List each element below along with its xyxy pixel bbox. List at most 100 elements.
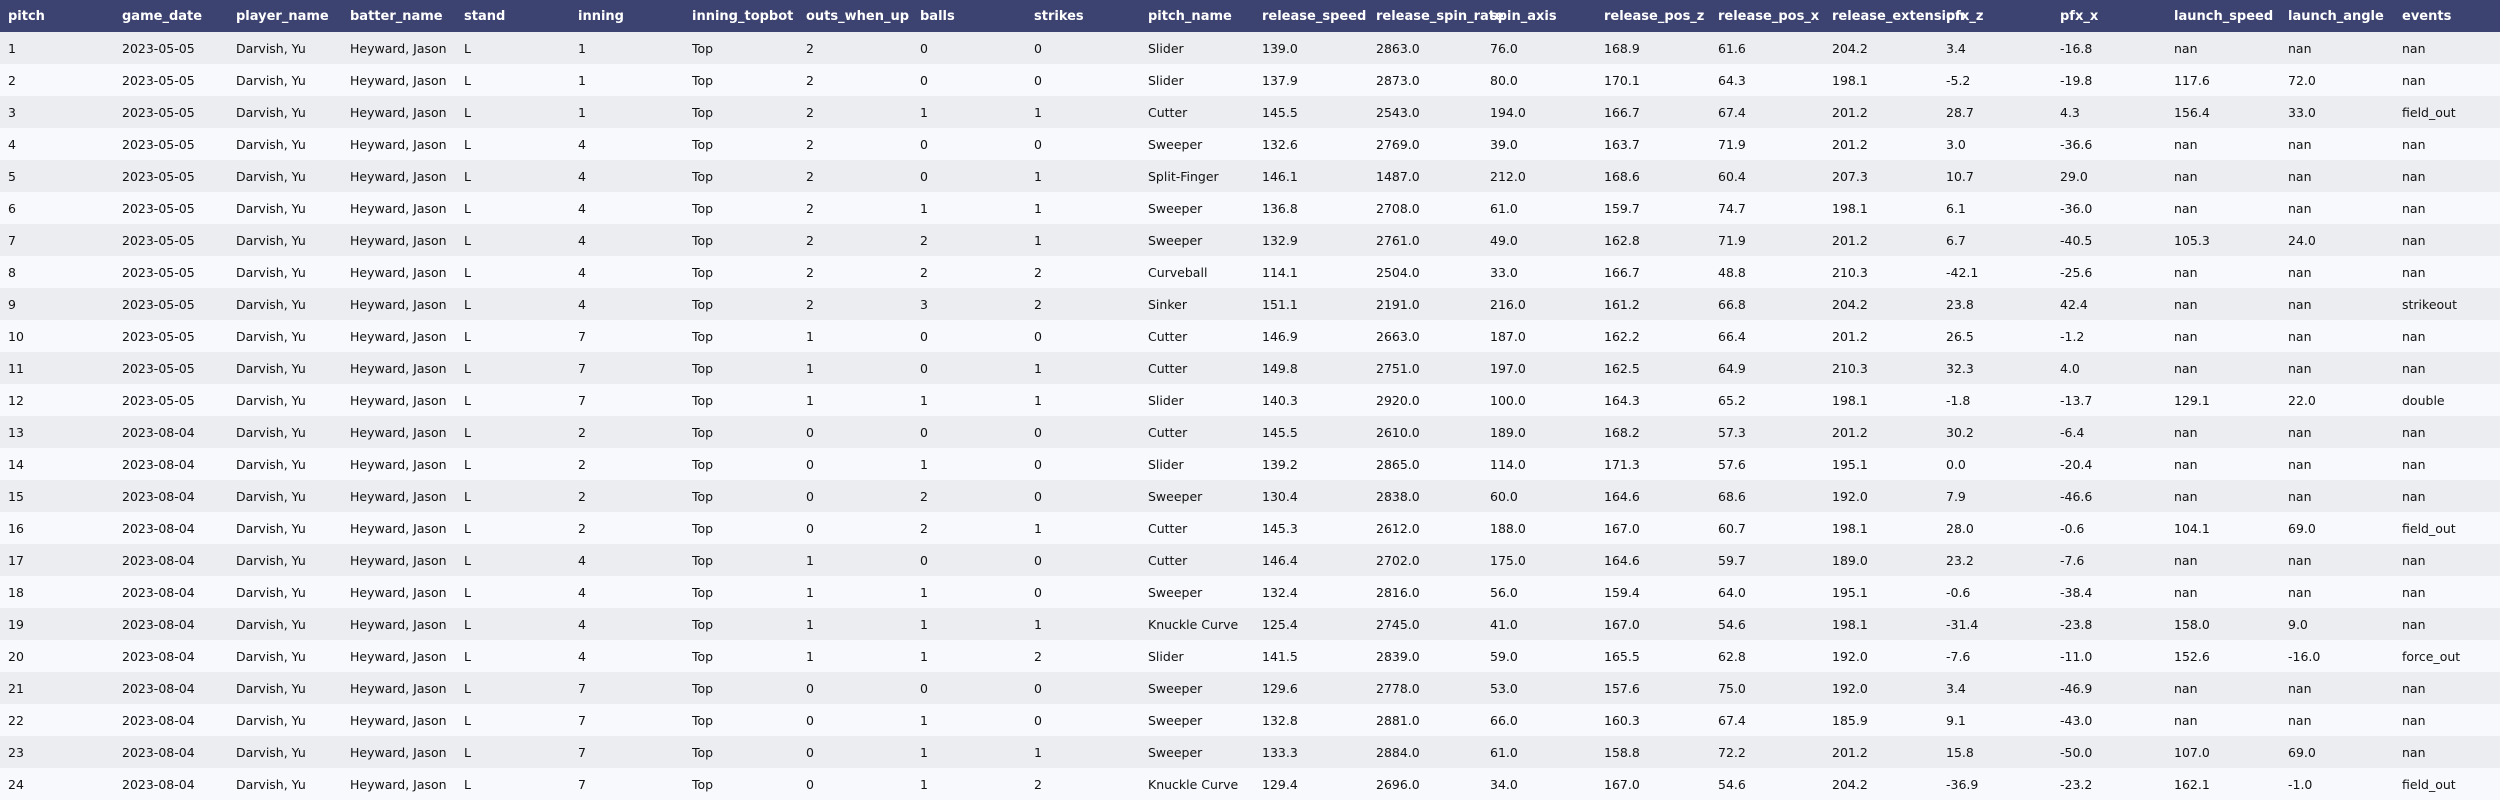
table-cell-pitch-name: Cutter [1148,328,1188,344]
table-row: 12 2023-05-05 Darvish, Yu Heyward, Jason L 7 T… [0,384,2500,416]
table-cell-stand: L [464,136,471,152]
table-cell-stand: L [464,104,471,120]
table-cell-release-spin-rate: 2745.0 [1376,616,1420,632]
table-cell-events: nan [2402,264,2426,280]
column-header-release-speed: release_speed [1262,8,1367,24]
table-cell-events: nan [2402,456,2426,472]
table-cell-launch-speed: nan [2174,200,2198,216]
table-cell-pitch-name: Cutter [1148,552,1188,568]
table-cell-stand: L [464,712,471,728]
table-cell-balls: 0 [920,360,928,376]
table-cell-release-pos-z: 163.7 [1604,136,1640,152]
table-row: 6 2023-05-05 Darvish, Yu Heyward, Jason L 4 To… [0,192,2500,224]
table-cell-inning: 7 [578,392,586,408]
table-cell-strikes: 2 [1034,296,1042,312]
table-cell-player-name: Darvish, Yu [236,424,306,440]
table-cell-stand: L [464,552,471,568]
table-cell-spin-axis: 61.0 [1490,200,1518,216]
table-cell-player-name: Darvish, Yu [236,136,306,152]
table-cell-events: nan [2402,200,2426,216]
table-cell-inning-topbot: Top [692,168,714,184]
table-cell-balls: 1 [920,584,928,600]
table-cell-pfx-x: -6.4 [2060,424,2085,440]
table-row: 21 2023-08-04 Darvish, Yu Heyward, Jason L 7 T… [0,672,2500,704]
table-cell-outs-when-up: 0 [806,520,814,536]
table-cell-pitch-name: Knuckle Curve [1148,616,1239,632]
table-cell-release-spin-rate: 2610.0 [1376,424,1420,440]
table-cell-balls: 2 [920,232,928,248]
table-cell-balls: 1 [920,712,928,728]
table-cell-release-pos-z: 160.3 [1604,712,1640,728]
table-cell-pitch: 1 [8,40,16,56]
table-cell-spin-axis: 41.0 [1490,616,1518,632]
table-cell-events: nan [2402,328,2426,344]
column-header-launch-angle: launch_angle [2288,8,2384,24]
table-cell-game-date: 2023-05-05 [122,168,195,184]
table-cell-pfx-z: 6.7 [1946,232,1966,248]
table-cell-batter-name: Heyward, Jason [350,264,447,280]
table-cell-launch-speed: 105.3 [2174,232,2210,248]
table-cell-player-name: Darvish, Yu [236,648,306,664]
table-cell-inning: 4 [578,264,586,280]
table-cell-outs-when-up: 2 [806,40,814,56]
table-row: 22 2023-08-04 Darvish, Yu Heyward, Jason L 7 T… [0,704,2500,736]
table-cell-pfx-x: -23.8 [2060,616,2093,632]
table-cell-game-date: 2023-08-04 [122,616,195,632]
table-cell-balls: 1 [920,104,928,120]
table-cell-launch-angle: 24.0 [2288,232,2316,248]
table-cell-release-spin-rate: 2816.0 [1376,584,1420,600]
table-cell-strikes: 1 [1034,392,1042,408]
table-cell-spin-axis: 187.0 [1490,328,1526,344]
column-header-pitch-name: pitch_name [1148,8,1232,24]
table-cell-events: nan [2402,424,2426,440]
column-header-strikes: strikes [1034,8,1084,24]
table-cell-pitch-name: Slider [1148,456,1184,472]
table-cell-game-date: 2023-08-04 [122,456,195,472]
table-cell-batter-name: Heyward, Jason [350,392,447,408]
table-cell-release-pos-x: 65.2 [1718,392,1746,408]
table-cell-spin-axis: 39.0 [1490,136,1518,152]
table-cell-inning: 7 [578,744,586,760]
table-cell-release-spin-rate: 2881.0 [1376,712,1420,728]
table-cell-balls: 0 [920,136,928,152]
table-cell-launch-speed: 156.4 [2174,104,2210,120]
table-cell-player-name: Darvish, Yu [236,360,306,376]
table-cell-pfx-z: 32.3 [1946,360,1974,376]
table-cell-events: nan [2402,168,2426,184]
table-cell-inning-topbot: Top [692,72,714,88]
table-cell-strikes: 0 [1034,72,1042,88]
table-cell-release-speed: 145.3 [1262,520,1298,536]
table-cell-batter-name: Heyward, Jason [350,168,447,184]
table-cell-release-pos-z: 162.8 [1604,232,1640,248]
table-cell-inning: 7 [578,712,586,728]
table-cell-balls: 1 [920,392,928,408]
table-cell-inning: 7 [578,680,586,696]
table-cell-launch-speed: nan [2174,264,2198,280]
table-row: 4 2023-05-05 Darvish, Yu Heyward, Jason L 4 To… [0,128,2500,160]
table-cell-pitch: 21 [8,680,24,696]
table-cell-stand: L [464,776,471,792]
table-cell-release-pos-x: 48.8 [1718,264,1746,280]
table-cell-pfx-x: 4.0 [2060,360,2080,376]
table-cell-release-speed: 114.1 [1262,264,1298,280]
table-cell-release-pos-z: 167.0 [1604,776,1640,792]
table-cell-pitch-name: Curveball [1148,264,1208,280]
table-cell-inning: 4 [578,200,586,216]
table-cell-release-pos-z: 159.7 [1604,200,1640,216]
table-cell-player-name: Darvish, Yu [236,72,306,88]
table-cell-spin-axis: 189.0 [1490,424,1526,440]
table-cell-player-name: Darvish, Yu [236,104,306,120]
table-cell-release-speed: 140.3 [1262,392,1298,408]
table-cell-pfx-z: -1.8 [1946,392,1971,408]
table-cell-inning-topbot: Top [692,488,714,504]
table-cell-game-date: 2023-08-04 [122,648,195,664]
table-cell-stand: L [464,168,471,184]
table-cell-inning-topbot: Top [692,360,714,376]
table-cell-strikes: 0 [1034,680,1042,696]
table-cell-pitch: 17 [8,552,24,568]
table-cell-pfx-x: -11.0 [2060,648,2093,664]
table-cell-pitch-name: Knuckle Curve [1148,776,1239,792]
table-cell-inning: 1 [578,72,586,88]
table-cell-inning: 1 [578,40,586,56]
table-cell-release-speed: 132.9 [1262,232,1298,248]
